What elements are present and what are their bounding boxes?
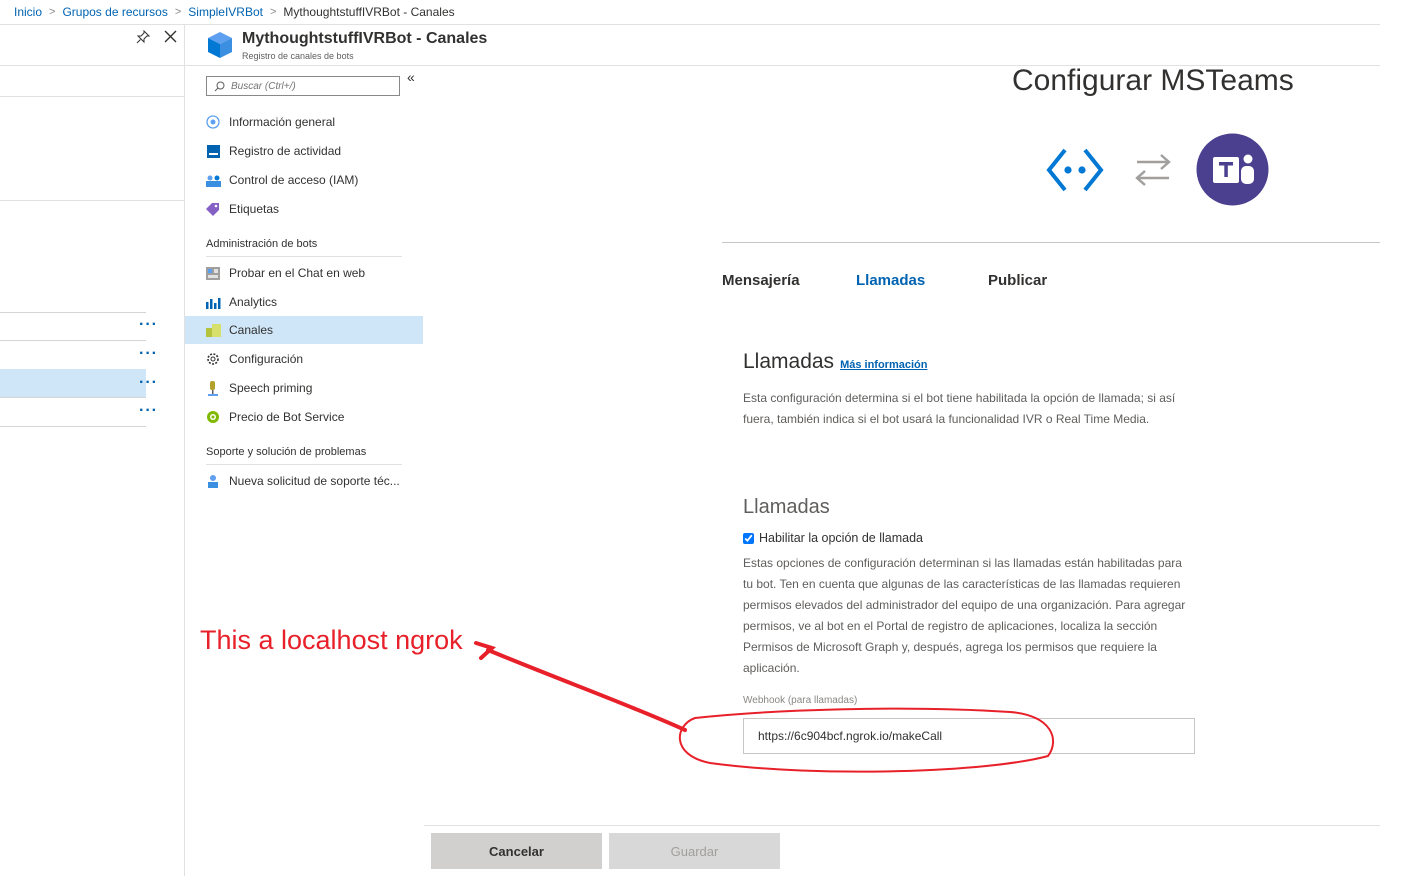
tab-calling[interactable]: Llamadas: [856, 272, 925, 289]
bot-service-icon: [1046, 147, 1104, 198]
menu-item-iam[interactable]: Control de acceso (IAM): [185, 166, 423, 194]
support-icon: [205, 473, 221, 489]
page-title: Configurar MSTeams: [1012, 64, 1294, 97]
menu-item-channels[interactable]: Canales: [185, 316, 423, 344]
section-title: Llamadas Más información: [743, 350, 928, 373]
breadcrumb-resource-groups[interactable]: Grupos de recursos: [62, 5, 167, 19]
overview-icon: [205, 114, 221, 130]
tab-messaging[interactable]: Mensajería: [722, 272, 800, 289]
menu-item-speech-priming[interactable]: Speech priming: [185, 374, 423, 402]
menu-item-pricing[interactable]: Precio de Bot Service: [185, 403, 423, 431]
enable-calling-checkbox[interactable]: [743, 532, 754, 544]
save-button[interactable]: Guardar: [609, 833, 780, 869]
menu-item-webchat[interactable]: Probar en el Chat en web: [185, 259, 423, 287]
speech-icon: [205, 380, 221, 396]
breadcrumb-bot[interactable]: SimpleIVRBot: [188, 5, 263, 19]
analytics-icon: [205, 294, 221, 310]
menu-item-new-support-request[interactable]: Nueva solicitud de soporte téc...: [185, 467, 423, 495]
more-icon[interactable]: ···: [139, 317, 158, 333]
blade-subtitle: Registro de canales de bots: [242, 51, 354, 61]
chevron-right-icon: >: [49, 6, 56, 18]
menu-item-overview[interactable]: Información general: [185, 108, 423, 136]
annotation-text: This a localhost ngrok: [200, 625, 463, 655]
calling-subsection-title: Llamadas: [743, 496, 830, 518]
more-icon[interactable]: ···: [139, 375, 158, 391]
swap-arrows-icon: [1133, 152, 1173, 193]
tab-publish[interactable]: Publicar: [988, 272, 1047, 289]
selected-row[interactable]: [0, 369, 146, 397]
more-info-link[interactable]: Más información: [840, 359, 927, 371]
enable-calling-label: Habilitar la opción de llamada: [759, 531, 923, 545]
previous-blade: ··· ··· ··· ···: [0, 24, 185, 876]
webchat-icon: [205, 265, 221, 281]
search-input[interactable]: [225, 80, 391, 92]
calling-description: Esta configuración determina si el bot t…: [743, 391, 1176, 426]
breadcrumb: Inicio > Grupos de recursos > SimpleIVRB…: [0, 0, 1380, 25]
menu-item-tags[interactable]: Etiquetas: [185, 195, 423, 223]
menu-item-analytics[interactable]: Analytics: [185, 288, 423, 316]
chevron-right-icon: >: [174, 6, 182, 18]
menu-item-settings[interactable]: Configuración: [185, 345, 423, 373]
collapse-menu-icon[interactable]: «: [407, 69, 415, 85]
iam-icon: [205, 172, 221, 188]
search-icon: [214, 81, 225, 92]
more-icon[interactable]: ···: [139, 346, 158, 362]
menu-search: [206, 76, 400, 96]
annotation-arrow-icon: [474, 641, 1055, 773]
blade-title: MythoughtstuffIVRBot - Canales: [242, 30, 488, 47]
cancel-button[interactable]: Cancelar: [431, 833, 602, 869]
menu-item-activity-log[interactable]: Registro de actividad: [185, 137, 423, 165]
teams-icon: [1196, 133, 1269, 211]
settings-icon: [205, 351, 221, 367]
more-icon[interactable]: ···: [139, 403, 158, 419]
pricing-icon: [205, 409, 221, 425]
resource-menu: « Información general Registro de activi…: [185, 66, 425, 876]
enable-calling-row: Habilitar la opción de llamada: [743, 531, 923, 545]
breadcrumb-current: MythoughtstuffIVRBot - Canales: [283, 5, 455, 19]
channels-icon: [205, 322, 221, 338]
breadcrumb-home[interactable]: Inicio: [14, 5, 42, 19]
close-icon[interactable]: [164, 30, 177, 48]
tag-icon: [205, 201, 221, 217]
section-bot-management: Administración de bots: [206, 238, 318, 250]
bot-cube-icon: [207, 31, 233, 64]
pin-icon[interactable]: [136, 29, 151, 49]
section-support: Soporte y solución de problemas: [206, 446, 367, 458]
blade-header: MythoughtstuffIVRBot - Canales Registro …: [185, 24, 1380, 66]
activity-log-icon: [205, 143, 221, 159]
chevron-right-icon: >: [269, 6, 277, 18]
